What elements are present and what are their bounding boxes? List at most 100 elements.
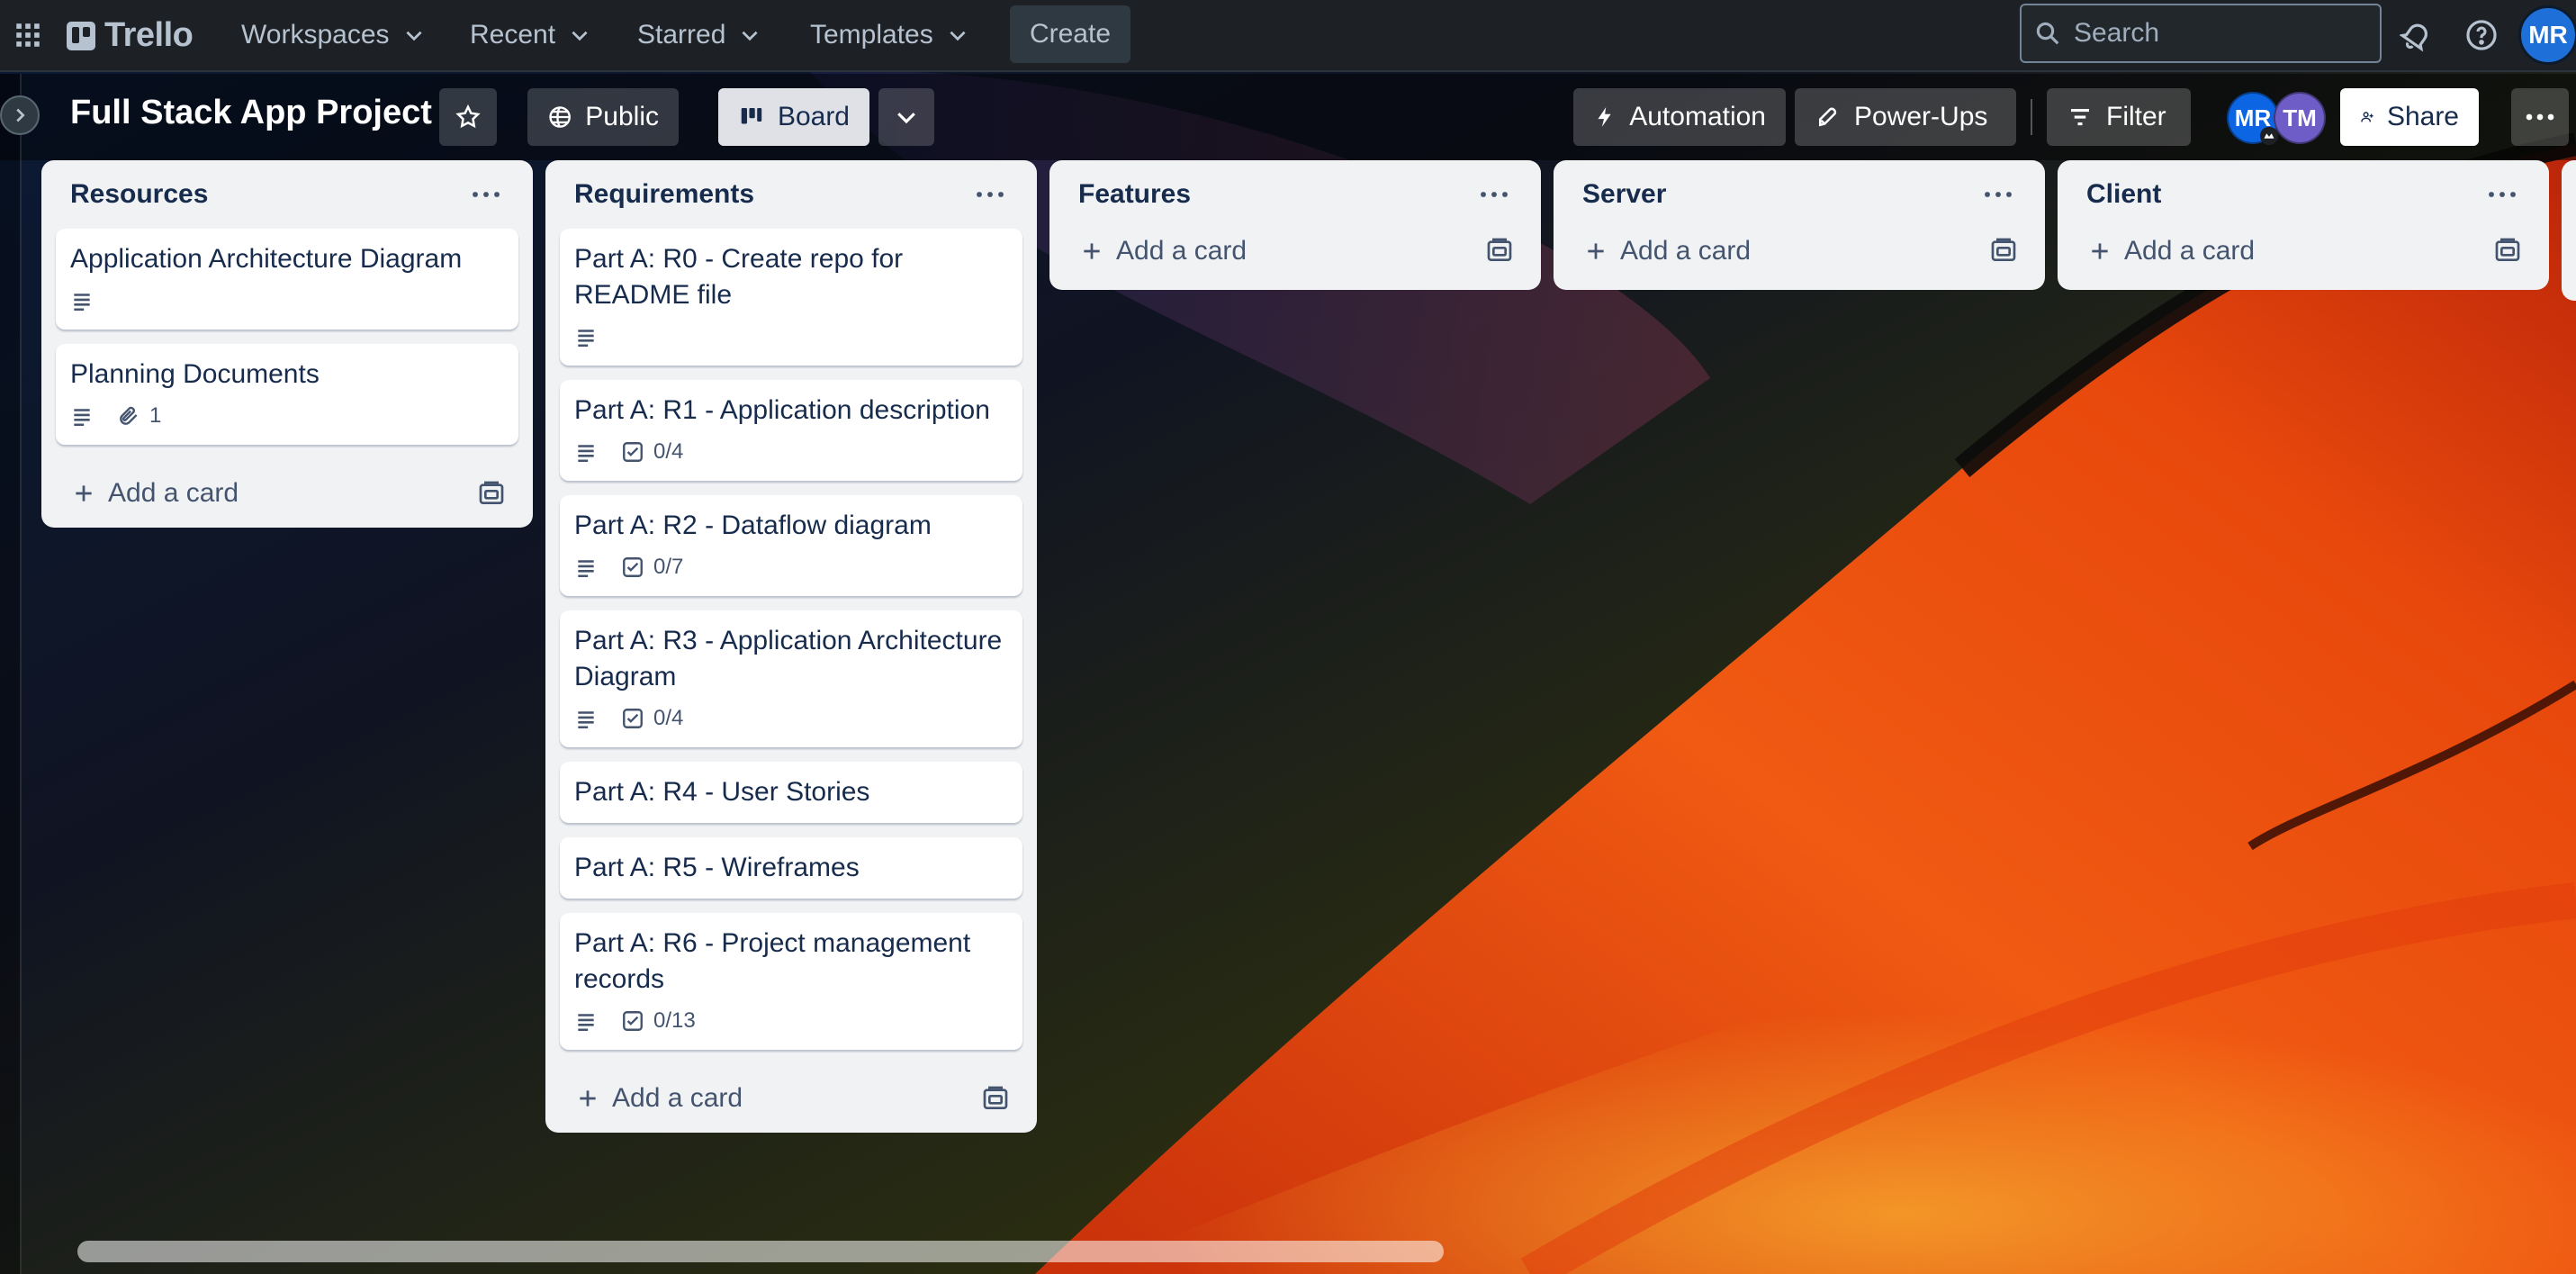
chevron-down-icon	[405, 31, 422, 41]
search-icon	[2036, 22, 2059, 45]
more-icon	[2489, 192, 2516, 197]
description-icon	[578, 445, 594, 463]
chevron-down-icon	[572, 31, 588, 41]
collapsed-sidebar	[0, 74, 22, 1274]
user-avatar[interactable]: MR	[2518, 5, 2576, 65]
description-badge	[574, 440, 598, 464]
automation-button[interactable]: Automation	[1573, 88, 1786, 146]
share-button[interactable]: Share	[2340, 88, 2479, 146]
add-card-button[interactable]: Add a card	[1584, 236, 1751, 267]
checklist-count: 0/7	[653, 555, 684, 579]
automation-label: Automation	[1629, 102, 1766, 131]
card[interactable]: Application Architecture Diagram	[56, 229, 518, 330]
list-title[interactable]: Server	[1582, 179, 1666, 210]
horizontal-scrollbar[interactable]	[77, 1241, 1444, 1262]
header-divider	[2031, 99, 2032, 135]
list-requirements: Requirements Part A: R0 - Create repo fo…	[545, 160, 1037, 1133]
board-title[interactable]: Full Stack App Project	[70, 94, 432, 132]
card[interactable]: Part A: R3 - Application Architecture Di…	[560, 610, 1022, 747]
card[interactable]: Part A: R6 - Project management records …	[560, 913, 1022, 1050]
description-icon	[578, 1014, 594, 1032]
workspaces-menu[interactable]: Workspaces	[229, 11, 438, 59]
member-avatar-tm[interactable]: TM	[2274, 92, 2326, 144]
card-title: Part A: R2 - Dataflow diagram	[574, 511, 932, 540]
filter-icon	[2071, 108, 2089, 126]
template-icon[interactable]	[981, 1084, 1010, 1113]
template-icon[interactable]	[477, 479, 506, 508]
apps-grid-icon[interactable]	[13, 20, 43, 50]
more-icon	[473, 192, 500, 197]
attachment-count: 1	[149, 403, 162, 428]
list-menu-button[interactable]	[972, 176, 1008, 212]
recent-menu-label: Recent	[470, 20, 556, 50]
plus-icon	[2092, 243, 2108, 259]
globe-icon	[549, 106, 571, 128]
card[interactable]: Part A: R4 - User Stories	[560, 762, 1022, 823]
description-icon	[578, 330, 594, 348]
card-title: Part A: R4 - User Stories	[574, 777, 870, 807]
description-icon	[74, 294, 90, 312]
bell-icon	[2400, 23, 2427, 52]
description-badge	[574, 556, 598, 579]
recent-menu[interactable]: Recent	[457, 11, 604, 59]
board-menu-button[interactable]	[2511, 88, 2569, 146]
list-menu-button[interactable]	[1980, 176, 2016, 212]
checklist-badge: 0/4	[621, 706, 683, 731]
board-icon	[741, 108, 762, 124]
power-ups-label: Power-Ups	[1854, 102, 1988, 131]
add-card-button[interactable]: Add a card	[576, 1083, 743, 1114]
add-card-label: Add a card	[1116, 236, 1247, 266]
chevron-down-icon	[897, 113, 915, 124]
add-card-button[interactable]: Add a card	[2088, 236, 2255, 267]
list-title[interactable]: Client	[2086, 179, 2161, 210]
card[interactable]: Planning Documents 1	[56, 344, 518, 445]
views-dropdown-button[interactable]	[878, 88, 934, 146]
visibility-label: Public	[585, 102, 659, 131]
help-button[interactable]	[2461, 14, 2502, 56]
templates-menu[interactable]: Templates	[797, 11, 982, 59]
list-title[interactable]: Resources	[70, 179, 208, 210]
card[interactable]: Part A: R1 - Application description 0/4	[560, 380, 1022, 481]
power-ups-button[interactable]: Power-Ups	[1795, 88, 2016, 146]
list-title[interactable]: Features	[1078, 179, 1191, 210]
add-card-label: Add a card	[612, 1083, 743, 1113]
template-icon[interactable]	[2493, 236, 2522, 265]
card[interactable]: Part A: R2 - Dataflow diagram 0/7	[560, 495, 1022, 596]
plus-icon	[76, 485, 92, 501]
card[interactable]: Part A: R0 - Create repo for README file	[560, 229, 1022, 366]
list-menu-button[interactable]	[1476, 176, 1512, 212]
list-server: Server Add a card	[1554, 160, 2045, 290]
checklist-icon	[623, 442, 643, 462]
help-icon	[2466, 20, 2497, 50]
star-board-button[interactable]	[439, 88, 497, 146]
more-icon	[1985, 192, 2012, 197]
checklist-badge: 0/13	[621, 1008, 696, 1034]
add-card-label: Add a card	[2124, 236, 2256, 266]
create-button[interactable]: Create	[1010, 5, 1130, 63]
notifications-button[interactable]	[2396, 14, 2437, 56]
description-badge	[574, 1009, 598, 1033]
add-card-button[interactable]: Add a card	[1080, 236, 1247, 267]
checklist-icon	[623, 709, 643, 728]
list-menu-button[interactable]	[468, 176, 504, 212]
trello-logo[interactable]: Trello	[67, 16, 194, 55]
template-icon[interactable]	[1485, 236, 1514, 265]
card[interactable]: Part A: R5 - Wireframes	[560, 837, 1022, 899]
list-title[interactable]: Requirements	[574, 179, 754, 210]
trello-logo-icon	[67, 21, 95, 50]
visibility-button[interactable]: Public	[527, 88, 679, 146]
starred-menu[interactable]: Starred	[625, 11, 774, 59]
expand-sidebar-button[interactable]	[0, 95, 40, 135]
checklist-icon	[623, 1011, 643, 1031]
filter-button[interactable]: Filter	[2047, 88, 2191, 146]
add-card-button[interactable]: Add a card	[72, 478, 239, 509]
list-menu-button[interactable]	[2484, 176, 2520, 212]
template-icon[interactable]	[1989, 236, 2018, 265]
add-list-button[interactable]	[2562, 160, 2576, 301]
checklist-count: 0/4	[653, 439, 684, 464]
board-view-button[interactable]: Board	[718, 88, 869, 146]
search-input[interactable]: Search	[2020, 4, 2382, 63]
plus-icon	[580, 1090, 596, 1107]
attachment-badge: 1	[117, 403, 161, 429]
board-view-label: Board	[777, 102, 850, 131]
